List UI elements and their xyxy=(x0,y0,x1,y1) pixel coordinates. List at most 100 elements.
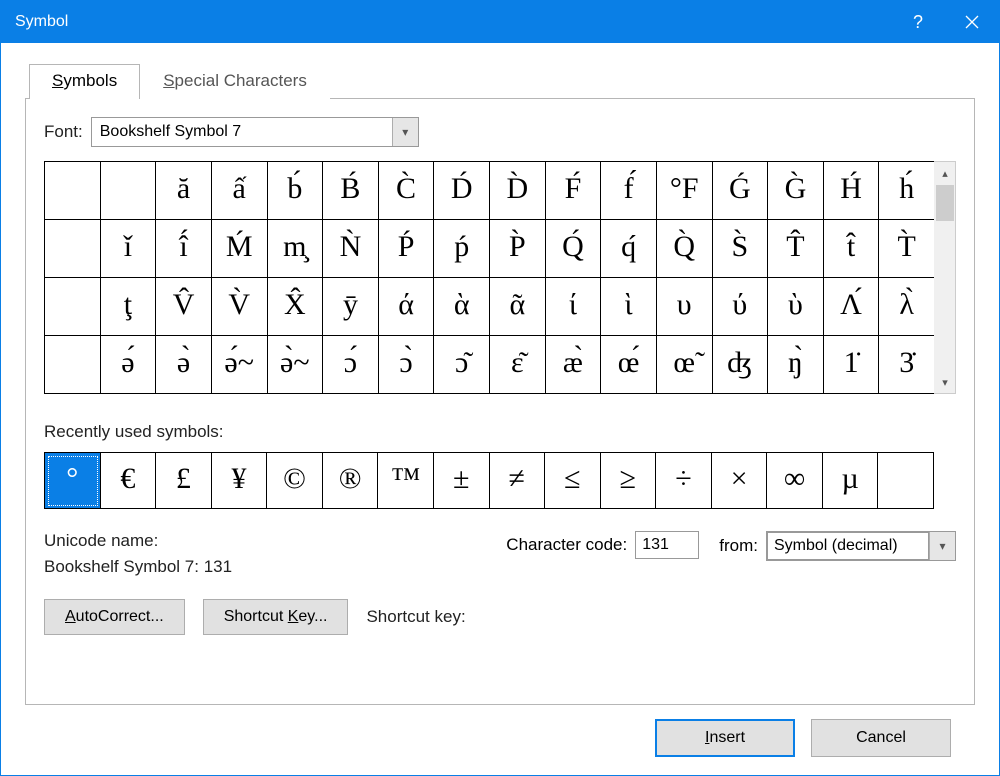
font-input[interactable] xyxy=(92,118,392,146)
symbol-cell[interactable]: ȳ xyxy=(323,278,379,336)
symbol-cell[interactable]: P̀ xyxy=(490,220,546,278)
tab-special-characters[interactable]: Special Characters xyxy=(140,64,330,99)
recent-symbol-cell[interactable]: ∞ xyxy=(767,453,823,509)
symbol-cell[interactable]: G̀ xyxy=(768,162,824,220)
symbol-cell[interactable]: ὶ xyxy=(601,278,657,336)
symbol-cell[interactable]: T̂ xyxy=(768,220,824,278)
recent-symbol-cell[interactable]: ± xyxy=(434,453,490,509)
recent-symbol-cell[interactable]: € xyxy=(101,453,157,509)
symbol-cell[interactable]: ə̀~ xyxy=(268,336,324,394)
symbol-cell[interactable]: h́ xyxy=(879,162,935,220)
symbol-cell[interactable]: ă xyxy=(156,162,212,220)
symbol-cell[interactable]: °F xyxy=(657,162,713,220)
symbol-cell[interactable]: œ́ xyxy=(601,336,657,394)
symbol-cell[interactable]: D̀ xyxy=(490,162,546,220)
scroll-thumb[interactable] xyxy=(936,185,954,221)
recent-symbol-cell[interactable]: ° xyxy=(45,453,101,509)
symbol-cell[interactable]: î́ xyxy=(156,220,212,278)
recent-symbol-cell[interactable]: ≠ xyxy=(490,453,546,509)
symbol-cell[interactable]: H́ xyxy=(824,162,880,220)
symbol-cell[interactable]: ə́ xyxy=(101,336,157,394)
from-dropdown-button[interactable]: ▾ xyxy=(929,532,955,560)
font-combo[interactable]: ▾ xyxy=(91,117,419,147)
symbol-cell[interactable]: ɔ͂ xyxy=(434,336,490,394)
symbol-cell[interactable] xyxy=(45,220,101,278)
symbol-cell[interactable]: λ̀ xyxy=(879,278,935,336)
scroll-up-button[interactable]: ▴ xyxy=(934,162,956,184)
symbol-cell[interactable]: Λ́ xyxy=(824,278,880,336)
tab-symbols[interactable]: Symbols xyxy=(29,64,140,99)
font-dropdown-button[interactable]: ▾ xyxy=(392,118,418,146)
symbol-cell[interactable]: ṕ xyxy=(434,220,490,278)
symbol-cell[interactable]: Ǹ xyxy=(323,220,379,278)
recent-symbol-cell[interactable] xyxy=(878,453,934,509)
symbol-cell[interactable]: 1̇ xyxy=(824,336,880,394)
symbol-cell[interactable]: b́ xyxy=(268,162,324,220)
symbol-cell[interactable]: C̀ xyxy=(379,162,435,220)
symbol-cell[interactable]: ɔ̀ xyxy=(379,336,435,394)
symbol-cell[interactable]: ᾶ xyxy=(490,278,546,336)
symbol-cell[interactable] xyxy=(101,162,157,220)
close-button[interactable] xyxy=(945,1,999,43)
symbol-cell[interactable]: ţ xyxy=(101,278,157,336)
symbol-cell[interactable]: t̂ xyxy=(824,220,880,278)
symbol-cell[interactable]: Q̀ xyxy=(657,220,713,278)
char-code-input[interactable] xyxy=(635,531,699,559)
symbol-cell[interactable] xyxy=(45,278,101,336)
symbol-cell[interactable]: ὺ xyxy=(768,278,824,336)
autocorrect-button[interactable]: AutoCorrect... xyxy=(44,599,185,635)
symbol-cell[interactable]: ὰ xyxy=(434,278,490,336)
scroll-down-button[interactable]: ▾ xyxy=(934,371,956,393)
help-button[interactable]: ? xyxy=(891,1,945,43)
symbol-cell[interactable]: ί xyxy=(546,278,602,336)
recent-symbol-cell[interactable]: £ xyxy=(156,453,212,509)
shortcut-key-button[interactable]: Shortcut Key... xyxy=(203,599,349,635)
symbol-cell[interactable]: X̂ xyxy=(268,278,324,336)
symbol-cell[interactable]: ɛ͂ xyxy=(490,336,546,394)
symbol-cell[interactable]: D́ xyxy=(434,162,490,220)
recent-symbol-cell[interactable]: ≤ xyxy=(545,453,601,509)
recent-symbol-cell[interactable]: ® xyxy=(323,453,379,509)
symbol-cell[interactable]: Q́ xyxy=(546,220,602,278)
symbol-cell[interactable] xyxy=(45,162,101,220)
symbol-cell[interactable]: F́ xyxy=(546,162,602,220)
recent-symbol-cell[interactable]: ≥ xyxy=(601,453,657,509)
symbol-cell[interactable]: 3̇ xyxy=(879,336,935,394)
symbol-cell[interactable]: œ̃ xyxy=(657,336,713,394)
symbol-cell[interactable]: T̀ xyxy=(879,220,935,278)
recent-symbol-cell[interactable]: © xyxy=(267,453,323,509)
symbol-cell[interactable]: ӕ̀ xyxy=(546,336,602,394)
from-input[interactable] xyxy=(767,532,929,560)
recent-symbol-cell[interactable]: ÷ xyxy=(656,453,712,509)
symbol-cell[interactable]: ə̀ xyxy=(156,336,212,394)
symbol-cell[interactable]: q́ xyxy=(601,220,657,278)
recent-symbol-cell[interactable]: × xyxy=(712,453,768,509)
insert-button[interactable]: Insert xyxy=(655,719,795,757)
symbol-cell[interactable]: V̂ xyxy=(156,278,212,336)
scroll-track[interactable] xyxy=(934,222,955,371)
symbol-cell[interactable]: ύ xyxy=(713,278,769,336)
symbol-cell[interactable]: υ xyxy=(657,278,713,336)
symbol-cell[interactable]: ʤ xyxy=(713,336,769,394)
scrollbar[interactable]: ▴ ▾ xyxy=(934,161,956,394)
symbol-cell[interactable]: B́ xyxy=(323,162,379,220)
symbol-cell[interactable]: ŋ̀ xyxy=(768,336,824,394)
symbol-cell[interactable] xyxy=(45,336,101,394)
symbol-cell[interactable]: m̧ xyxy=(268,220,324,278)
symbol-cell[interactable]: S̀ xyxy=(713,220,769,278)
recent-symbol-cell[interactable]: µ xyxy=(823,453,879,509)
symbol-cell[interactable]: f́ xyxy=(601,162,657,220)
recent-symbol-cell[interactable]: ¥ xyxy=(212,453,268,509)
symbol-cell[interactable]: Ḿ xyxy=(212,220,268,278)
symbol-cell[interactable]: V̀ xyxy=(212,278,268,336)
symbol-cell[interactable]: ǐ xyxy=(101,220,157,278)
symbol-cell[interactable]: ə́~ xyxy=(212,336,268,394)
symbol-cell[interactable]: Ǵ xyxy=(713,162,769,220)
recent-symbol-cell[interactable]: ™ xyxy=(378,453,434,509)
symbol-cell[interactable]: ά xyxy=(379,278,435,336)
symbol-cell[interactable]: ɔ́ xyxy=(323,336,379,394)
symbol-cell[interactable]: ấ xyxy=(212,162,268,220)
cancel-button[interactable]: Cancel xyxy=(811,719,951,757)
symbol-cell[interactable]: Ṕ xyxy=(379,220,435,278)
from-combo[interactable]: ▾ xyxy=(766,531,956,561)
